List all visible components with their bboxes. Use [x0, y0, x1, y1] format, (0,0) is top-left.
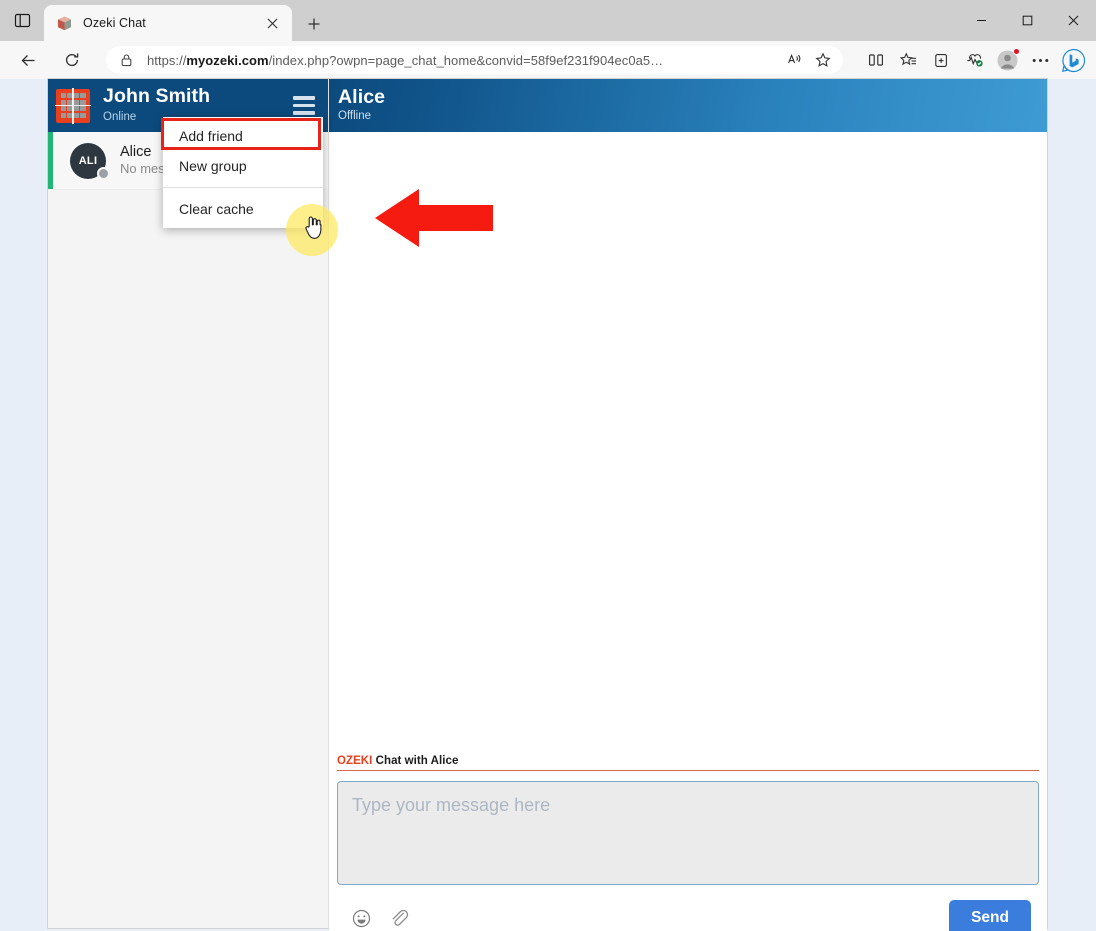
reload-icon[interactable] [56, 45, 88, 75]
presence-indicator [97, 166, 110, 180]
browser-tab[interactable]: Ozeki Chat [44, 5, 292, 41]
window-close-icon[interactable] [1050, 0, 1096, 41]
browser-titlebar: Ozeki Chat [0, 0, 1096, 41]
tab-actions-icon[interactable] [0, 0, 44, 41]
back-arrow-icon[interactable] [12, 45, 44, 75]
browser-toolbar: https://myozeki.com/index.php?owpn=page_… [0, 41, 1096, 79]
contact-accent-bar [48, 132, 53, 189]
bing-copilot-icon[interactable] [1057, 45, 1090, 75]
peer-name: Alice [338, 86, 386, 108]
address-bar[interactable]: https://myozeki.com/index.php?owpn=page_… [106, 46, 843, 74]
chat-sidebar: John Smith Online ALI Alice No message A… [48, 79, 329, 928]
conversation-header: Alice Offline [329, 79, 1047, 132]
profile-avatar-icon[interactable] [991, 45, 1024, 75]
menu-item-new-group[interactable]: New group [163, 151, 323, 181]
hamburger-dropdown-menu: Add friend New group Clear cache [161, 117, 323, 228]
compose-toolbar: Send [329, 890, 1047, 931]
compose-label-rest: Chat with Alice [372, 755, 459, 767]
more-options-icon[interactable] [1024, 45, 1057, 75]
page-viewport: John Smith Online ALI Alice No message A… [0, 79, 1096, 931]
minimize-icon[interactable] [958, 0, 1004, 41]
collections-add-icon[interactable] [925, 45, 958, 75]
ozeki-grid-logo-icon [55, 87, 91, 124]
profile-notification-badge [1013, 48, 1020, 55]
browser-essentials-icon[interactable] [958, 45, 991, 75]
message-input[interactable] [337, 781, 1039, 885]
read-aloud-icon[interactable] [781, 47, 809, 73]
maximize-icon[interactable] [1004, 0, 1050, 41]
star-icon[interactable] [809, 47, 837, 73]
compose-brand: OZEKI [337, 755, 373, 767]
window-controls [958, 0, 1096, 41]
message-area [329, 132, 1047, 752]
ozeki-chat-app: John Smith Online ALI Alice No message A… [48, 79, 1047, 931]
compose-label: OZEKI Chat with Alice [337, 752, 1039, 771]
menu-divider [163, 187, 323, 188]
tab-close-button[interactable] [260, 11, 284, 35]
peer-status: Offline [338, 110, 372, 123]
paperclip-icon[interactable] [385, 904, 413, 931]
avatar-initials: ALI [78, 154, 98, 167]
send-button[interactable]: Send [949, 900, 1031, 931]
lock-icon [120, 53, 133, 67]
new-tab-button[interactable] [296, 7, 332, 41]
conversation-panel: Alice Offline OZEKI Chat with Alice Type… [329, 79, 1047, 931]
menu-item-add-friend[interactable]: Add friend [163, 121, 323, 151]
emoji-smiley-icon[interactable] [347, 904, 375, 931]
tab-title: Ozeki Chat [83, 16, 146, 30]
screenshot-root: Ozeki Chat https://myozeki.com/index.php… [0, 0, 1096, 931]
ozeki-cube-icon [56, 15, 73, 32]
favorites-icon[interactable] [892, 45, 925, 75]
url-text: https://myozeki.com/index.php?owpn=page_… [147, 52, 664, 68]
split-screen-icon[interactable] [859, 45, 892, 75]
compose-area: OZEKI Chat with Alice [329, 752, 1047, 890]
current-user-name: John Smith [103, 85, 211, 108]
avatar: ALI [70, 142, 110, 180]
menu-item-clear-cache[interactable]: Clear cache [163, 194, 323, 224]
